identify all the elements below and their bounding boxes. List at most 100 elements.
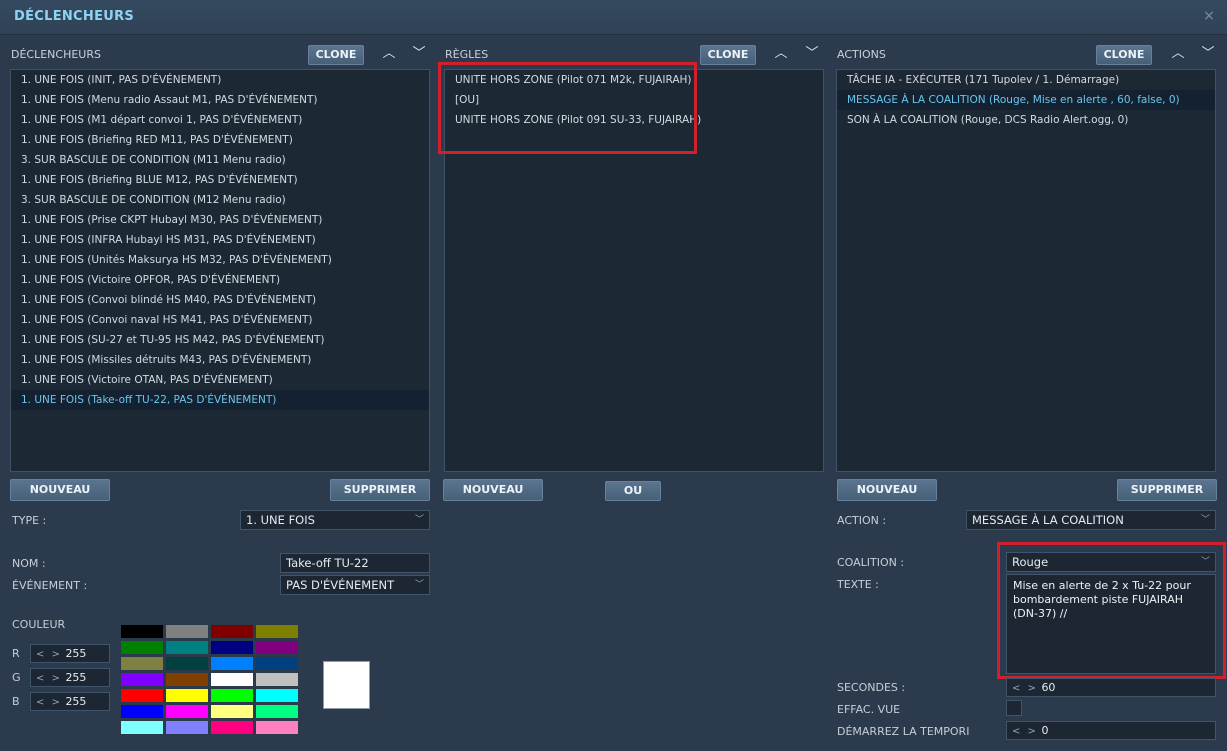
event-label: ÉVÉNEMENT :	[12, 579, 88, 592]
triggers-move-up-icon[interactable]: ︿	[380, 44, 398, 64]
actions-move-down-icon[interactable]: ﹀	[1199, 44, 1217, 64]
rules-list[interactable]: UNITE HORS ZONE (Pilot 071 M2k, FUJAIRAH…	[444, 69, 824, 472]
color-swatch[interactable]	[255, 640, 299, 655]
coalition-dropdown[interactable]: Rouge ﹀	[1006, 552, 1216, 572]
color-swatch[interactable]	[165, 672, 209, 687]
type-dropdown[interactable]: 1. UNE FOIS ﹀	[240, 510, 430, 530]
trigger-list-item[interactable]: 1. UNE FOIS (Convoi blindé HS M40, PAS D…	[11, 290, 429, 310]
triggers-delete-button[interactable]: SUPPRIMER	[330, 479, 430, 501]
seconds-value: 60	[1041, 681, 1056, 694]
color-swatch[interactable]	[120, 640, 164, 655]
trigger-list-item[interactable]: 1. UNE FOIS (Menu radio Assaut M1, PAS D…	[11, 90, 429, 110]
trigger-list-item[interactable]: 1. UNE FOIS (INIT, PAS D'ÉVÉNEMENT)	[11, 70, 429, 90]
close-icon[interactable]: ×	[1201, 7, 1217, 25]
rules-new-button[interactable]: NOUVEAU	[443, 479, 543, 501]
actions-list[interactable]: TÂCHE IA - EXÉCUTER (171 Tupolev / 1. Dé…	[836, 69, 1216, 472]
color-swatch[interactable]	[255, 688, 299, 703]
color-swatch[interactable]	[210, 704, 254, 719]
color-swatch[interactable]	[165, 704, 209, 719]
rules-or-button[interactable]: OU	[605, 481, 661, 501]
text-label: TEXTE :	[837, 578, 879, 591]
trigger-list-item[interactable]: 1. UNE FOIS (Prise CKPT Hubayl M30, PAS …	[11, 210, 429, 230]
trigger-list-item[interactable]: 1. UNE FOIS (Briefing RED M11, PAS D'ÉVÉ…	[11, 130, 429, 150]
color-swatch[interactable]	[255, 624, 299, 639]
triggers-header: DÉCLENCHEURS	[11, 48, 101, 61]
color-swatch[interactable]	[255, 672, 299, 687]
trigger-list-item[interactable]: 1. UNE FOIS (M1 départ convoi 1, PAS D'É…	[11, 110, 429, 130]
name-input[interactable]: Take-off TU-22	[280, 553, 430, 573]
color-swatch[interactable]	[165, 656, 209, 671]
stepper-arrows-icon[interactable]: < >	[31, 649, 62, 660]
rule-list-item[interactable]: [OU]	[445, 90, 823, 110]
color-swatch[interactable]	[120, 656, 164, 671]
triggers-list[interactable]: 1. UNE FOIS (INIT, PAS D'ÉVÉNEMENT) 1. UN…	[10, 69, 430, 472]
color-palette	[120, 624, 300, 736]
trigger-list-item[interactable]: 1. UNE FOIS (Convoi naval HS M41, PAS D'…	[11, 310, 429, 330]
rule-list-item[interactable]: UNITE HORS ZONE (Pilot 071 M2k, FUJAIRAH…	[445, 70, 823, 90]
action-list-item[interactable]: MESSAGE À LA COALITION (Rouge, Mise en a…	[837, 90, 1215, 110]
triggers-move-down-icon[interactable]: ﹀	[410, 44, 428, 64]
b-stepper[interactable]: < > 255	[30, 692, 110, 711]
event-value: PAS D'ÉVÉNEMENT	[286, 578, 395, 592]
stepper-arrows-icon[interactable]: < >	[31, 673, 62, 684]
trigger-list-item[interactable]: 1. UNE FOIS (Missiles détruits M43, PAS …	[11, 350, 429, 370]
color-swatch[interactable]	[120, 720, 164, 735]
trigger-list-item[interactable]: 1. UNE FOIS (INFRA Hubayl HS M31, PAS D'…	[11, 230, 429, 250]
actions-clone-button[interactable]: CLONE	[1096, 45, 1152, 65]
color-swatch[interactable]	[210, 624, 254, 639]
type-label: TYPE :	[12, 514, 47, 527]
actions-new-button[interactable]: NOUVEAU	[837, 479, 937, 501]
action-dropdown[interactable]: MESSAGE À LA COALITION ﹀	[966, 510, 1216, 530]
color-swatch[interactable]	[120, 688, 164, 703]
trigger-list-item[interactable]: 3. SUR BASCULE DE CONDITION (M12 Menu ra…	[11, 190, 429, 210]
chevron-down-icon: ﹀	[1200, 515, 1210, 525]
color-preview	[323, 661, 370, 709]
color-swatch[interactable]	[210, 640, 254, 655]
trigger-list-item[interactable]: 1. UNE FOIS (Victoire OPFOR, PAS D'ÉVÉNE…	[11, 270, 429, 290]
action-list-item[interactable]: TÂCHE IA - EXÉCUTER (171 Tupolev / 1. Dé…	[837, 70, 1215, 90]
rules-move-down-icon[interactable]: ﹀	[803, 44, 821, 64]
color-swatch[interactable]	[210, 720, 254, 735]
rules-clone-button[interactable]: CLONE	[700, 45, 756, 65]
color-swatch[interactable]	[210, 672, 254, 687]
start-delay-stepper[interactable]: < > 0	[1006, 721, 1216, 740]
trigger-list-item[interactable]: 1. UNE FOIS (SU-27 et TU-95 HS M42, PAS …	[11, 330, 429, 350]
trigger-list-item[interactable]: 1. UNE FOIS (Briefing BLUE M12, PAS D'ÉV…	[11, 170, 429, 190]
action-list-item[interactable]: SON À LA COALITION (Rouge, DCS Radio Ale…	[837, 110, 1215, 130]
trigger-list-item[interactable]: 1. UNE FOIS (Unités Maksurya HS M32, PAS…	[11, 250, 429, 270]
rule-list-item[interactable]: UNITE HORS ZONE (Pilot 091 SU-33, FUJAIR…	[445, 110, 823, 130]
color-swatch[interactable]	[120, 624, 164, 639]
type-value: 1. UNE FOIS	[246, 513, 315, 527]
actions-header: ACTIONS	[837, 48, 886, 61]
color-swatch[interactable]	[210, 656, 254, 671]
color-swatch[interactable]	[120, 704, 164, 719]
triggers-new-button[interactable]: NOUVEAU	[10, 479, 110, 501]
triggers-clone-button[interactable]: CLONE	[308, 45, 364, 65]
trigger-list-item[interactable]: 1. UNE FOIS (Take-off TU-22, PAS D'ÉVÉNE…	[11, 390, 429, 410]
r-stepper[interactable]: < > 255	[30, 644, 110, 663]
stepper-arrows-icon[interactable]: < >	[1007, 683, 1038, 694]
stepper-arrows-icon[interactable]: < >	[31, 697, 62, 708]
g-label: G	[12, 671, 21, 684]
trigger-list-item[interactable]: 3. SUR BASCULE DE CONDITION (M11 Menu ra…	[11, 150, 429, 170]
seconds-stepper[interactable]: < > 60	[1006, 678, 1216, 697]
color-swatch[interactable]	[165, 720, 209, 735]
name-label: NOM :	[12, 557, 46, 570]
message-textarea[interactable]: Mise en alerte de 2 x Tu-22 pour bombard…	[1006, 574, 1216, 674]
color-swatch[interactable]	[165, 688, 209, 703]
rules-move-up-icon[interactable]: ︿	[772, 44, 790, 64]
event-dropdown[interactable]: PAS D'ÉVÉNEMENT ﹀	[280, 575, 430, 595]
stepper-arrows-icon[interactable]: < >	[1007, 726, 1038, 737]
color-swatch[interactable]	[210, 688, 254, 703]
actions-delete-button[interactable]: SUPPRIMER	[1117, 479, 1217, 501]
trigger-list-item[interactable]: 1. UNE FOIS (Victoire OTAN, PAS D'ÉVÉNEM…	[11, 370, 429, 390]
color-swatch[interactable]	[255, 656, 299, 671]
clear-view-checkbox[interactable]	[1006, 700, 1022, 716]
color-swatch[interactable]	[255, 704, 299, 719]
color-swatch[interactable]	[165, 640, 209, 655]
g-stepper[interactable]: < > 255	[30, 668, 110, 687]
color-swatch[interactable]	[165, 624, 209, 639]
color-swatch[interactable]	[255, 720, 299, 735]
actions-move-up-icon[interactable]: ︿	[1169, 44, 1187, 64]
color-swatch[interactable]	[120, 672, 164, 687]
